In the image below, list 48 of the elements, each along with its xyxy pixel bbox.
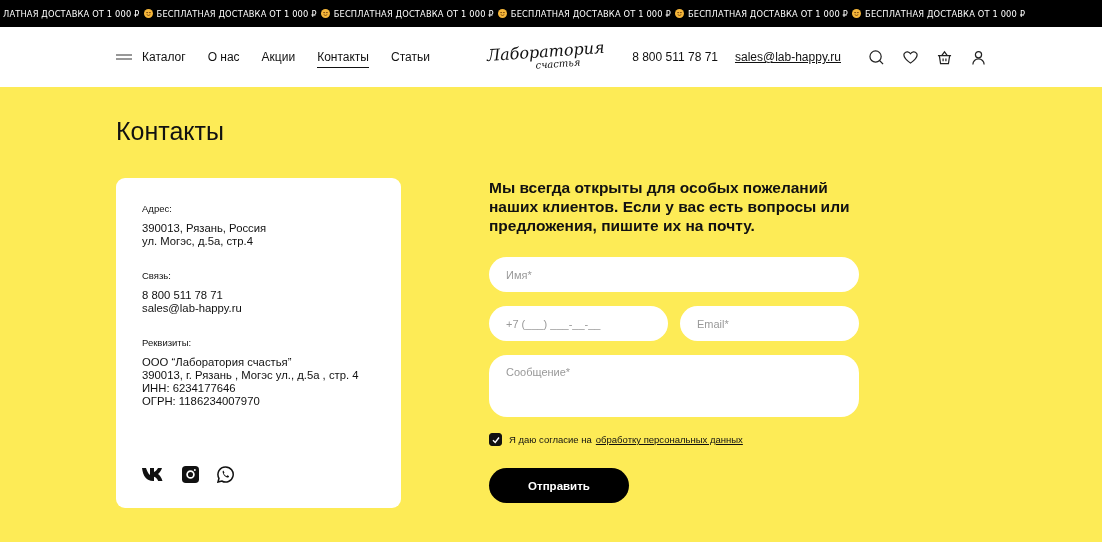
smiley-icon (497, 9, 507, 18)
nav-link[interactable]: О нас (207, 46, 240, 68)
consent-checkbox[interactable] (489, 433, 502, 446)
smiley-icon (320, 9, 330, 18)
privacy-link[interactable]: обработку персональных данных (595, 434, 743, 445)
contact-line: ОГРН: 1186234007970 (142, 395, 261, 408)
contact-line: 390013, г. Рязань , Могэс ул., д.5а , стр. 4 (142, 369, 360, 382)
smiley-icon (674, 9, 684, 18)
menu-icon[interactable] (116, 54, 132, 60)
ticker-text: БЕСПЛАТНАЯ ДОСТАВКА ОТ 1 000 ₽ (510, 8, 671, 19)
contact-line: ИНН: 6234177646 (142, 382, 237, 395)
logo[interactable]: Лаборатория счастья (486, 39, 606, 75)
smiley-icon (143, 9, 153, 18)
contact-line: 390013, Рязань, Россия (142, 222, 268, 235)
intro-text: Мы всегда открыты для особых пожеланий наших клиентов. Если у вас есть вопросы или предложения, пишите их на почту. (489, 178, 851, 235)
consent-text: Я даю согласие на (509, 434, 592, 445)
ticker-text: БЕСПЛАТНАЯ ДОСТАВКА ОТ 1 000 ₽ (156, 8, 317, 19)
contact-line: 8 800 511 78 71 (142, 289, 224, 302)
instagram-icon[interactable] (182, 466, 199, 483)
ticker-text: БЕСПЛАТНАЯ ДОСТАВКА ОТ 1 000 ₽ (687, 8, 849, 19)
contact-line: ул. Могэс, д.5а, стр.4 (142, 235, 254, 248)
message-field[interactable]: Сообщение* (489, 355, 859, 417)
ticker-text: ЛАТНАЯ ДОСТАВКА ОТ 1 000 ₽ (3, 8, 140, 19)
whatsapp-icon[interactable] (217, 466, 234, 483)
section-label: Адрес: (142, 203, 173, 214)
contact-line: sales@lab-happy.ru (142, 302, 243, 315)
nav-link[interactable]: Статьи (391, 46, 430, 68)
section-label: Реквизиты: (142, 337, 193, 348)
phone-number: 8 800 511 78 71 (632, 50, 718, 64)
smiley-icon (852, 9, 862, 18)
search-icon[interactable] (869, 49, 884, 65)
email-link[interactable]: sales@lab-happy.ru (735, 50, 841, 64)
nav-link[interactable]: Акции (261, 46, 296, 68)
email-field[interactable]: Email* (680, 306, 859, 341)
nav-link[interactable]: Контакты (317, 46, 369, 68)
section-label: Связь: (142, 270, 172, 281)
phone-field[interactable]: +7 (___) ___-__-__ (489, 306, 668, 341)
ticker-text: БЕСПЛАТНАЯ ДОСТАВКА ОТ 1 000 ₽ (333, 8, 494, 19)
ticker-text: БЕСПЛАТНАЯ ДОСТАВКА ОТ 1 000 ₽ (865, 8, 1026, 19)
nav-link[interactable]: Каталог (142, 46, 186, 68)
page-title: Контакты (116, 117, 225, 146)
submit-button[interactable]: Отправить (489, 468, 629, 503)
contact-line: ООО “Лаборатория счастья” (142, 356, 293, 369)
basket-icon[interactable] (937, 49, 952, 65)
user-icon[interactable] (971, 49, 986, 65)
heart-icon[interactable] (903, 49, 918, 65)
name-field[interactable]: Имя* (489, 257, 859, 292)
vk-icon[interactable] (142, 468, 164, 481)
